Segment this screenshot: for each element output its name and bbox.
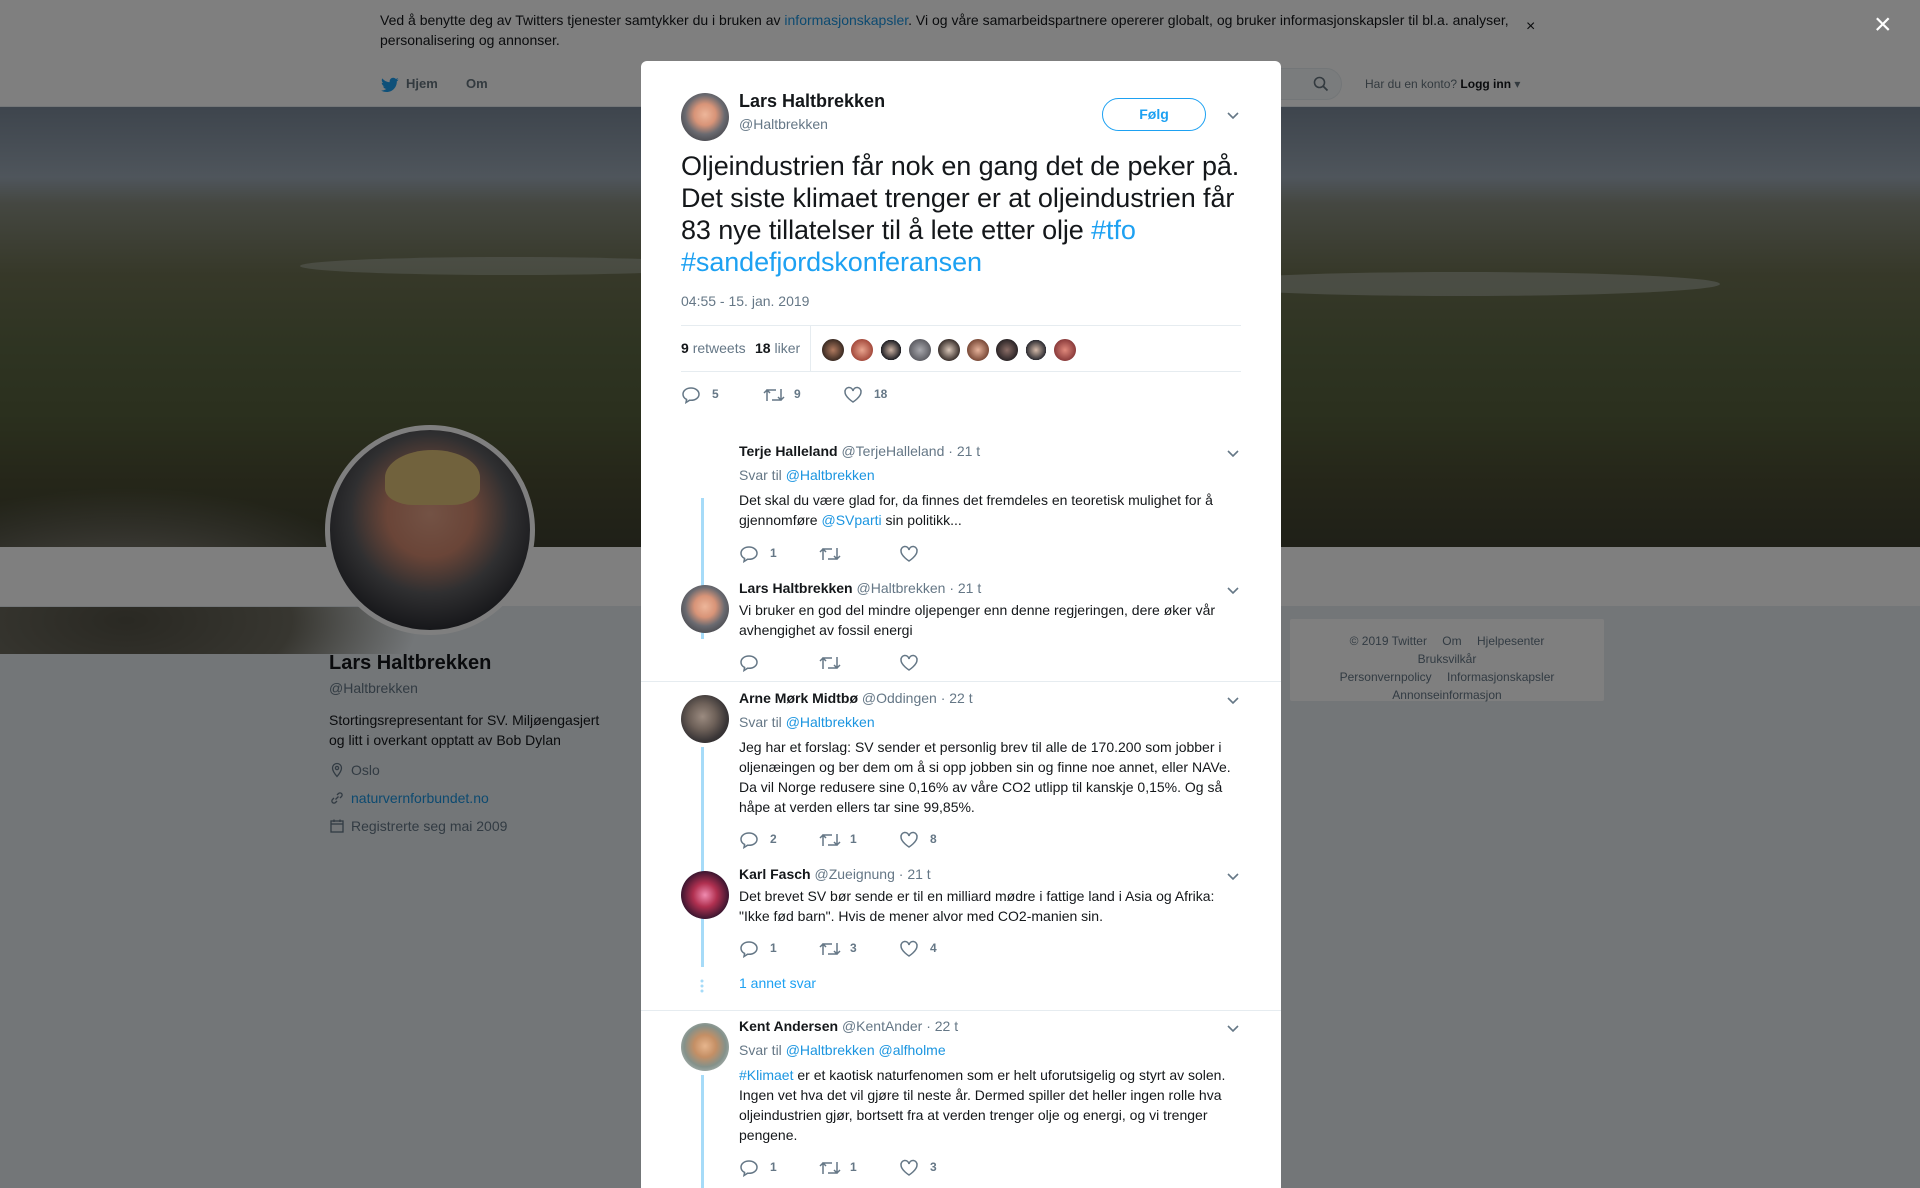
reply-header: Lars Haltbrekken @Haltbrekken · 21 t [739,580,981,596]
reply-author-name[interactable]: Terje Halleland [739,443,838,459]
liker-avatar[interactable] [850,338,874,362]
reply-icon [740,1160,758,1177]
reply-to: Svar til @Haltbrekken [739,714,875,730]
retweets-stat[interactable]: 9 retweets [681,340,746,356]
reply-to: Svar til @Haltbrekken [739,467,875,483]
retweet-icon [819,833,841,847]
reply-to-mention[interactable]: @Haltbrekken [786,714,875,730]
thread-line [701,923,704,967]
chevron-down-icon[interactable] [1226,446,1240,460]
reply-author-name[interactable]: Lars Haltbrekken [739,580,853,596]
reply-time[interactable]: · 21 t [948,443,980,459]
reply-to-mention[interactable]: @Haltbrekken @alfholme [786,1042,946,1058]
reply-author-name[interactable]: Arne Mørk Midtbø [739,690,858,706]
reply-to: Svar til @Haltbrekken @alfholme [739,1042,946,1058]
reply-text: Det brevet SV bør sende er til en millia… [739,888,1215,924]
hashtag-tfo[interactable]: #tfo [1091,215,1136,245]
tweet-stats: 9 retweets 18 liker [681,325,1241,372]
reply-avatar[interactable] [681,871,729,919]
reply-time[interactable]: · 21 t [949,580,981,596]
author-name[interactable]: Lars Haltbrekken [739,91,885,112]
reply-text: Det skal du være glad for, da finnes det… [739,492,1213,528]
liker-avatar[interactable] [995,338,1019,362]
like-icon [900,831,918,848]
reply-icon [740,832,758,849]
reply-author-handle[interactable]: @Oddingen [862,690,937,706]
reply-author-handle[interactable]: @Zueignung [814,866,894,882]
chevron-down-icon[interactable] [1226,869,1240,883]
reply-text: Vi bruker en god del mindre oljepenger e… [739,602,1216,638]
retweet-icon [819,656,841,670]
chevron-down-icon[interactable] [1226,1021,1240,1035]
chevron-down-icon[interactable] [1226,693,1240,707]
chevron-down-icon[interactable] [1226,583,1240,597]
liker-avatar[interactable] [1053,338,1077,362]
show-more-replies-link[interactable]: 1 annet svar [739,975,816,991]
thread-line [701,1075,704,1188]
reply-header: Karl Fasch @Zueignung · 21 t [739,866,931,882]
like-icon [900,654,918,671]
follow-button[interactable]: Følg [1102,98,1206,131]
hashtag-klimaet[interactable]: #Klimaet [739,1067,793,1083]
chevron-down-icon[interactable] [1226,108,1240,122]
tweet-timestamp[interactable]: 04:55 - 15. jan. 2019 [681,293,809,309]
author-avatar[interactable] [681,93,729,141]
liker-avatar[interactable] [908,338,932,362]
likes-stat[interactable]: 18 liker [755,340,800,356]
reply-author-handle[interactable]: @TerjeHalleland [841,443,944,459]
reply-time[interactable]: · 22 t [926,1018,958,1034]
reply-author-name[interactable]: Karl Fasch [739,866,811,882]
liker-avatar[interactable] [966,338,990,362]
hashtag-sandefjordskonferansen[interactable]: #sandefjordskonferansen [681,247,982,277]
retweet-icon [763,388,785,402]
retweet-icon [819,942,841,956]
reply-time[interactable]: · 22 t [941,690,973,706]
reply-header: Arne Mørk Midtbø @Oddingen · 22 t [739,690,973,706]
reply-text: #Klimaet er et kaotisk naturfenomen som … [739,1067,1226,1143]
reply-icon [682,387,700,404]
modal-close-icon[interactable]: × [1874,10,1892,40]
reply-author-handle[interactable]: @KentAnder [842,1018,922,1034]
liker-avatar[interactable] [1024,338,1048,362]
tweet-text: Oljeindustrien får nok en gang det de pe… [681,151,1240,277]
like-icon [900,545,918,562]
reply-icon [740,941,758,958]
reply-icon [740,655,758,672]
liker-avatar[interactable] [879,338,903,362]
reply-avatar[interactable] [681,1023,729,1071]
reply-author-name[interactable]: Kent Andersen [739,1018,838,1034]
mention-link[interactable]: @SVparti [821,512,881,528]
liker-avatar[interactable] [937,338,961,362]
like-icon [900,1159,918,1176]
reply-to-mention[interactable]: @Haltbrekken [786,467,875,483]
tweet-modal: Lars Haltbrekken @Haltbrekken Følg Oljei… [641,61,1281,1188]
reply-time[interactable]: · 21 t [899,866,931,882]
reply-icon [740,546,758,563]
reply-author-handle[interactable]: @Haltbrekken [857,580,946,596]
more-replies-dots-icon [700,979,704,993]
retweet-icon [819,547,841,561]
reply-avatar[interactable] [681,695,729,743]
reply-avatar[interactable] [681,585,729,633]
reply-header: Kent Andersen @KentAnder · 22 t [739,1018,958,1034]
author-handle[interactable]: @Haltbrekken [739,116,828,132]
reply-text: Jeg har et forslag: SV sender et personl… [739,739,1231,815]
like-icon [900,940,918,957]
like-icon [844,386,862,403]
reply-header: Terje Halleland @TerjeHalleland · 21 t [739,443,980,459]
liker-avatar[interactable] [821,338,845,362]
retweet-icon [819,1161,841,1175]
